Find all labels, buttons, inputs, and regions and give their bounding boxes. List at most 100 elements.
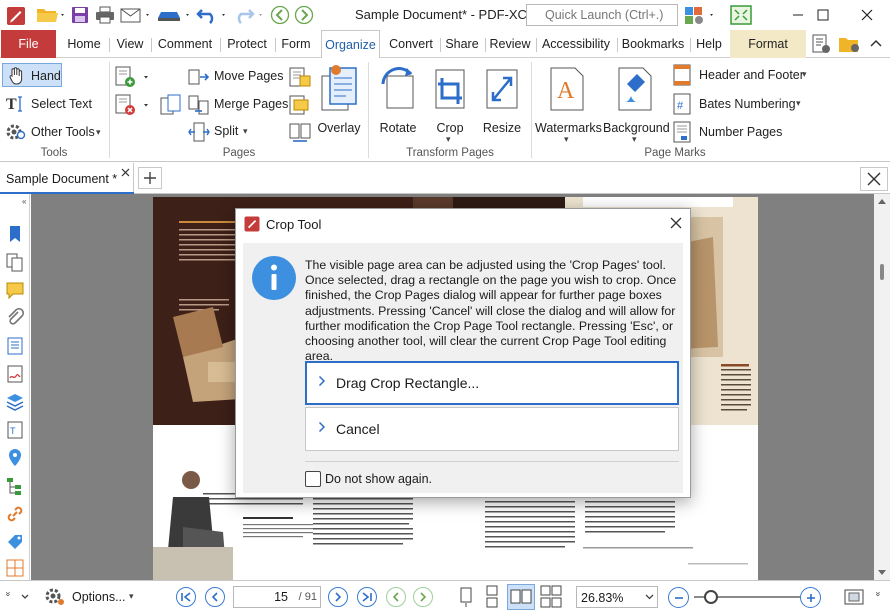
tab-convert[interactable]: Convert <box>386 30 436 58</box>
swap-pages-icon[interactable] <box>288 121 312 143</box>
close-document-button[interactable] <box>860 167 888 191</box>
print-icon[interactable] <box>92 4 118 26</box>
last-page-button[interactable] <box>357 587 377 607</box>
next-view-button[interactable] <box>413 587 433 607</box>
options-button[interactable]: Options... ▾ <box>44 585 140 609</box>
zoom-in-button[interactable] <box>800 587 821 608</box>
new-tab-button[interactable] <box>138 167 162 189</box>
close-tab-icon[interactable] <box>121 168 130 177</box>
split-button[interactable]: Split ▾ <box>188 121 258 143</box>
extract-pages-icon[interactable] <box>160 94 184 116</box>
links-panel-icon[interactable] <box>5 504 25 524</box>
do-not-show-again-checkbox[interactable] <box>305 471 321 487</box>
tab-review[interactable]: Review <box>488 30 532 58</box>
tab-help[interactable]: Help <box>693 30 725 58</box>
rotate-button[interactable]: Rotate <box>374 62 422 142</box>
prev-view-button[interactable] <box>386 587 406 607</box>
collapse-sidebar-icon[interactable]: « <box>22 197 26 206</box>
header-footer-button[interactable]: Header and Footer ▾ <box>672 64 812 86</box>
back-nav-icon[interactable] <box>268 4 292 26</box>
continuous-facing-view-icon[interactable] <box>538 585 564 609</box>
pages-panel-icon[interactable] <box>5 252 25 272</box>
tags-panel-icon[interactable]: T <box>5 420 25 440</box>
insert-pages-icon[interactable] <box>114 66 152 88</box>
dialog-close-icon[interactable] <box>670 217 682 229</box>
tab-bookmarks[interactable]: Bookmarks <box>620 30 686 58</box>
delete-pages-icon[interactable] <box>114 94 152 116</box>
attachments-panel-icon[interactable] <box>5 308 25 328</box>
email-icon[interactable] <box>118 4 154 26</box>
prev-page-button[interactable] <box>205 587 225 607</box>
other-tools-label: Other Tools <box>31 125 95 139</box>
content-panel-icon[interactable] <box>5 336 25 356</box>
layers-panel-icon[interactable] <box>5 392 25 412</box>
scroll-down-icon[interactable] <box>878 570 886 576</box>
thumbnail-grid-panel-icon[interactable] <box>5 558 25 578</box>
merge-pages-button[interactable]: Merge Pages <box>188 94 288 116</box>
page-number-input[interactable]: 15 / 91 <box>233 586 321 608</box>
scroll-up-icon[interactable] <box>878 198 886 204</box>
resize-button[interactable]: Resize <box>478 62 526 142</box>
other-tools-button[interactable]: Other Tools ▾ <box>2 121 106 143</box>
tab-share[interactable]: Share <box>443 30 481 58</box>
maximize-button[interactable] <box>800 0 846 30</box>
tab-file[interactable]: File <box>1 30 56 58</box>
cancel-button[interactable]: Cancel <box>305 407 679 451</box>
tab-protect[interactable]: Protect <box>223 30 271 58</box>
structure-panel-icon[interactable] <box>5 476 25 496</box>
document-properties-icon[interactable] <box>810 34 832 54</box>
close-window-button[interactable] <box>844 0 890 30</box>
expand-statusbar-icon[interactable]: » <box>874 591 884 596</box>
vertical-scrollbar[interactable] <box>874 194 890 580</box>
destinations-panel-icon[interactable] <box>5 448 25 468</box>
tab-home[interactable]: Home <box>62 30 106 58</box>
undo-icon[interactable] <box>194 4 232 26</box>
do-not-show-again-label[interactable]: Do not show again. <box>325 472 432 486</box>
scroll-thumb[interactable] <box>880 264 884 280</box>
collapse-ribbon-icon[interactable] <box>870 38 882 48</box>
tab-accessibility[interactable]: Accessibility <box>539 30 613 58</box>
collapse-statusbar-icon[interactable]: » <box>4 591 14 596</box>
folder-settings-icon[interactable] <box>838 34 862 54</box>
single-page-view-icon[interactable] <box>455 585 477 609</box>
save-icon[interactable] <box>68 4 92 26</box>
overlay-button[interactable]: Overlay <box>316 62 362 142</box>
zoom-slider-thumb[interactable] <box>704 590 718 604</box>
signatures-panel-icon[interactable] <box>5 364 25 384</box>
bates-numbering-button[interactable]: # Bates Numbering ▾ <box>672 93 812 115</box>
select-text-button[interactable]: T Select Text <box>2 93 92 115</box>
tab-view[interactable]: View <box>112 30 148 58</box>
tab-organize[interactable]: Organize <box>321 30 380 59</box>
page-thumbnails-icon[interactable] <box>288 66 312 88</box>
fullscreen-icon[interactable] <box>730 5 752 25</box>
page-labels-icon[interactable] <box>288 94 312 116</box>
tab-form[interactable]: Form <box>278 30 314 58</box>
tab-format[interactable]: Format <box>730 30 806 58</box>
hand-tool-button[interactable]: Hand <box>2 63 62 87</box>
open-folder-icon[interactable] <box>34 4 68 26</box>
comments-panel-icon[interactable] <box>5 280 25 300</box>
fit-page-icon[interactable] <box>844 588 864 606</box>
page-labels-panel-icon[interactable] <box>5 532 25 552</box>
redo-icon[interactable] <box>232 4 268 26</box>
next-page-button[interactable] <box>328 587 348 607</box>
watermarks-button[interactable]: A Watermarks ▾ <box>535 62 602 146</box>
facing-view-icon[interactable] <box>507 584 535 610</box>
drag-crop-rectangle-button[interactable]: Drag Crop Rectangle... <box>305 361 679 405</box>
customize-ui-icon[interactable] <box>684 5 718 25</box>
crop-button[interactable]: Crop ▾ <box>428 62 472 146</box>
move-pages-button[interactable]: Move Pages <box>188 66 288 88</box>
first-page-button[interactable] <box>176 587 196 607</box>
status-bar-settings-icon[interactable] <box>20 587 30 607</box>
zoom-level-select[interactable]: 26.83% <box>576 586 658 608</box>
document-tab[interactable]: Sample Document * <box>0 163 134 194</box>
tab-comment[interactable]: Comment <box>154 30 216 58</box>
continuous-view-icon[interactable] <box>481 585 503 609</box>
scan-icon[interactable] <box>154 4 194 26</box>
bookmarks-panel-icon[interactable] <box>5 224 25 244</box>
zoom-out-button[interactable] <box>668 587 689 608</box>
number-pages-button[interactable]: Number Pages <box>672 121 792 143</box>
forward-nav-icon[interactable] <box>292 4 316 26</box>
quick-launch-input[interactable]: Quick Launch (Ctrl+.) <box>526 4 678 26</box>
background-button[interactable]: Background ▾ <box>603 62 670 146</box>
